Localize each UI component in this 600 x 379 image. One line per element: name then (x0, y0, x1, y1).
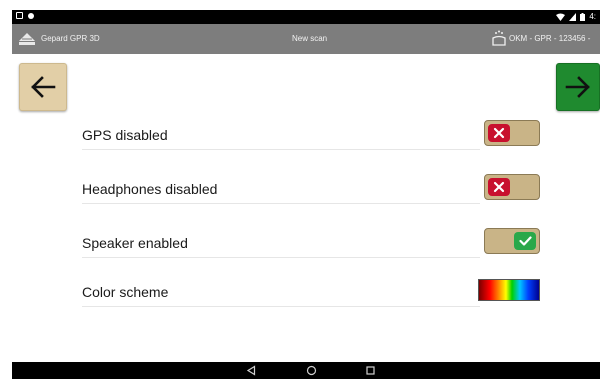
setting-label: GPS disabled (82, 127, 168, 143)
wifi-icon (556, 13, 566, 21)
record-icon (28, 12, 34, 19)
gps-toggle[interactable] (484, 120, 540, 146)
toggle-knob (514, 232, 536, 250)
screen-title: New scan (292, 34, 328, 43)
triangle-back-icon[interactable] (246, 365, 257, 376)
setting-label: Speaker enabled (82, 235, 188, 251)
checkmark-icon (518, 236, 532, 246)
toggle-knob (488, 124, 510, 142)
setting-row-color-scheme: Color scheme (82, 267, 540, 307)
color-scheme-selector[interactable] (478, 279, 540, 301)
speaker-toggle[interactable] (484, 228, 540, 254)
notification-icon (16, 12, 23, 19)
battery-icon (580, 12, 586, 21)
cross-icon (493, 127, 505, 139)
setting-label: Headphones disabled (82, 181, 218, 197)
clock: 4: (589, 12, 596, 21)
setting-row-gps: GPS disabled (82, 110, 540, 150)
next-button[interactable] (556, 63, 600, 111)
arrow-right-icon (565, 76, 590, 98)
device-name[interactable]: OKM - GPR - 123456 - (509, 34, 590, 43)
app-bar: Gepard GPR 3D New scan OKM - GPR - 12345… (12, 24, 600, 54)
setting-row-speaker: Speaker enabled (82, 218, 540, 258)
arrow-left-icon (31, 76, 56, 98)
row-divider (82, 203, 480, 204)
setting-label: Color scheme (82, 284, 169, 300)
status-bar: 4: (12, 10, 600, 24)
headphones-toggle[interactable] (484, 174, 540, 200)
circle-home-icon[interactable] (306, 365, 317, 376)
setting-row-headphones: Headphones disabled (82, 164, 540, 204)
app-name: Gepard GPR 3D (41, 34, 100, 43)
row-divider (82, 257, 480, 258)
toggle-knob (488, 178, 510, 196)
gepard-logo-icon (19, 33, 35, 45)
system-nav-bar (12, 362, 600, 379)
cross-icon (493, 181, 505, 193)
app-window: 4: Gepard GPR 3D New scan OKM - GPR - 12… (12, 10, 600, 379)
device-connection-icon[interactable] (490, 29, 508, 47)
settings-screen: GPS disabled Headphones disabled Speaker… (12, 54, 600, 362)
row-divider (82, 306, 480, 307)
row-divider (82, 149, 480, 150)
back-button[interactable] (19, 63, 67, 111)
square-recents-icon[interactable] (365, 365, 376, 376)
signal-icon (569, 12, 577, 21)
